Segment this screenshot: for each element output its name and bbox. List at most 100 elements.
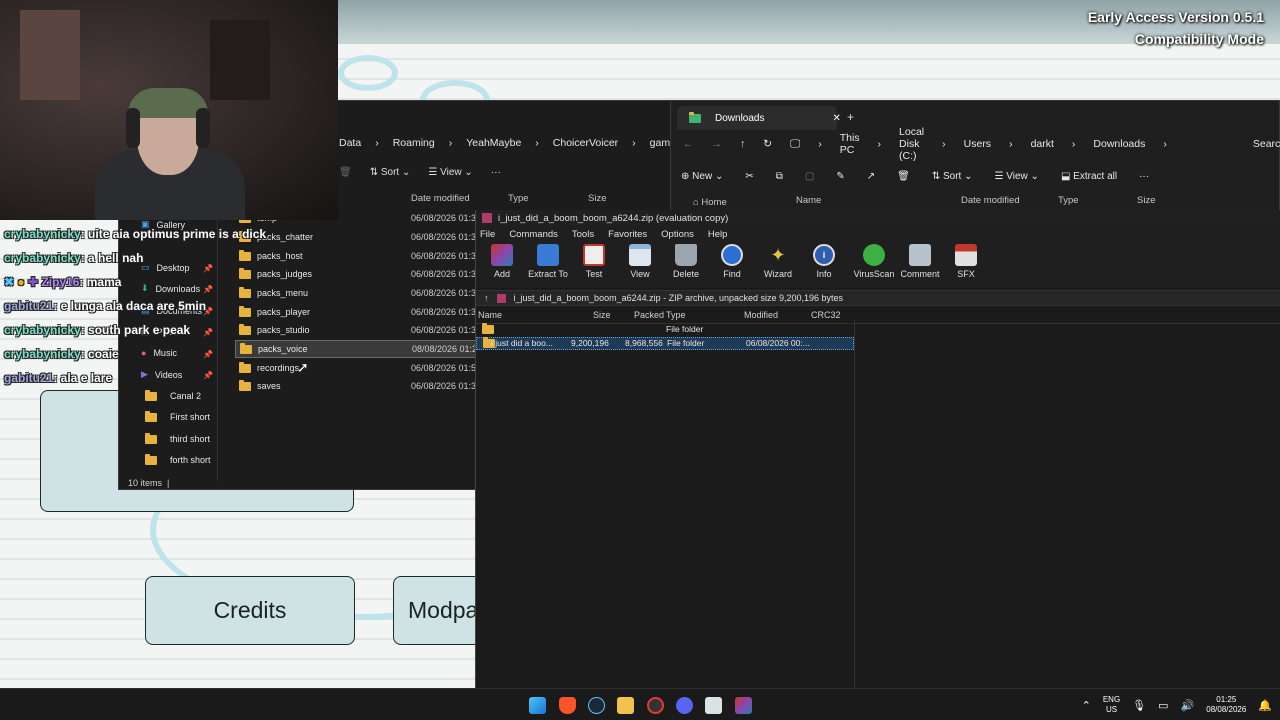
- search-input[interactable]: Search: [1253, 138, 1280, 150]
- menu-tools[interactable]: Tools: [572, 229, 594, 240]
- add-button[interactable]: Add: [482, 244, 522, 279]
- comment-button[interactable]: Comment: [900, 244, 940, 279]
- game-app-icon[interactable]: [705, 697, 722, 714]
- find-button[interactable]: Find: [712, 244, 752, 279]
- more-options-button[interactable]: ···: [1139, 171, 1149, 182]
- extract-to-button[interactable]: Extract To: [528, 244, 568, 279]
- winrar-taskbar-icon[interactable]: [735, 697, 752, 714]
- file-explorer-icon[interactable]: [617, 697, 634, 714]
- column-size[interactable]: Size: [1137, 195, 1155, 206]
- volume-icon[interactable]: 🔊: [1181, 699, 1195, 712]
- archive-row-parent[interactable]: .. File folder: [476, 323, 1280, 337]
- breadcrumb-item[interactable]: ChoicerVoicer: [553, 137, 618, 149]
- obs-icon[interactable]: [647, 697, 664, 714]
- breadcrumb-item[interactable]: Users: [964, 138, 991, 150]
- compat-mode-text: Compatibility Mode: [1134, 31, 1264, 47]
- discord-icon[interactable]: [676, 697, 693, 714]
- new-tab-icon[interactable]: +: [847, 110, 854, 124]
- badge-icon: ✖: [4, 275, 15, 289]
- tab-downloads[interactable]: Downloads ✕: [677, 106, 841, 130]
- game-version-label: Early Access Version 0.5.1 Compatibility…: [1088, 6, 1264, 50]
- info-button[interactable]: i Info: [804, 244, 844, 279]
- rename-icon[interactable]: ✎: [836, 171, 844, 182]
- delete-icon[interactable]: 🗑: [339, 167, 352, 178]
- menu-options[interactable]: Options: [661, 229, 694, 240]
- breadcrumb-item[interactable]: YeahMaybe: [466, 137, 521, 149]
- nav-item-forth-short[interactable]: forth short: [141, 453, 211, 465]
- clock[interactable]: 01:25 08/08/2026: [1206, 695, 1246, 715]
- chat-message: gabitu21: e lunga ala daca are 5min: [4, 298, 284, 322]
- wizard-button[interactable]: ✦ Wizard: [758, 244, 798, 279]
- view-button[interactable]: ☰ View ⌄: [995, 171, 1039, 182]
- column-type[interactable]: Type: [1058, 195, 1079, 206]
- breadcrumb-item[interactable]: This PC: [840, 132, 860, 156]
- menu-commands[interactable]: Commands: [509, 229, 558, 240]
- menu-help[interactable]: Help: [708, 229, 728, 240]
- view-button[interactable]: View: [620, 244, 660, 279]
- chat-text: : south park e peak: [80, 323, 191, 337]
- column-date[interactable]: Date modified: [411, 193, 470, 204]
- new-button[interactable]: ⊕ New ⌄: [681, 171, 723, 182]
- back-icon[interactable]: ←: [683, 138, 694, 150]
- menu-favorites[interactable]: Favorites: [608, 229, 647, 240]
- column-size[interactable]: Size: [593, 310, 611, 320]
- column-date[interactable]: Date modified: [961, 195, 1020, 206]
- close-tab-icon[interactable]: ✕: [832, 113, 840, 124]
- wall-poster: [210, 20, 270, 100]
- breadcrumb-item[interactable]: Downloads: [1093, 138, 1145, 150]
- column-size[interactable]: Size: [588, 193, 606, 204]
- column-modified[interactable]: Modified: [744, 310, 778, 320]
- breadcrumb-item[interactable]: Local Disk (C:): [899, 126, 924, 162]
- date-text: 08/08/2026: [1206, 705, 1247, 714]
- more-options-button[interactable]: ···: [491, 167, 501, 178]
- steam-icon[interactable]: [588, 697, 605, 714]
- sfx-button[interactable]: SFX: [946, 244, 986, 279]
- delete-icon[interactable]: 🗑: [897, 171, 910, 182]
- chat-message: crybabynicky: south park e peak: [4, 322, 284, 346]
- cut-icon[interactable]: ✂: [745, 171, 753, 182]
- chat-text: : coaie: [80, 347, 119, 361]
- nav-item-third-short[interactable]: third short: [141, 432, 210, 444]
- language-indicator[interactable]: ENG US: [1103, 695, 1120, 715]
- archive-row-selected[interactable]: i just did a boo... 9,200,196 8,968,556 …: [476, 337, 854, 350]
- sort-button[interactable]: ⇅ Sort ⌄: [370, 167, 411, 178]
- chevron-up-icon[interactable]: ⌃: [1082, 699, 1091, 712]
- share-icon[interactable]: ↗: [867, 171, 875, 182]
- wand-icon: ✦: [770, 245, 786, 265]
- chevron-right-icon: ›: [448, 137, 453, 149]
- home-nav-item[interactable]: ⌂ Home: [693, 197, 727, 208]
- extract-all-button[interactable]: ⬓ Extract all: [1061, 171, 1117, 182]
- wall-frame: [20, 10, 80, 100]
- notification-icon[interactable]: 🔔: [1258, 699, 1272, 712]
- test-button[interactable]: Test: [574, 244, 614, 279]
- microphone-icon[interactable]: 🎙: [1132, 699, 1146, 712]
- column-type[interactable]: Type: [508, 193, 529, 204]
- forward-icon[interactable]: →: [712, 138, 723, 150]
- column-name[interactable]: Name: [478, 310, 502, 320]
- breadcrumb-item[interactable]: Data: [339, 137, 361, 149]
- column-type[interactable]: Type: [666, 310, 686, 320]
- breadcrumb-item[interactable]: darkt: [1031, 138, 1054, 150]
- monitor-icon[interactable]: ▭: [1158, 699, 1168, 712]
- view-button[interactable]: ☰ View ⌄: [428, 167, 472, 178]
- up-icon[interactable]: ↑: [740, 138, 745, 150]
- menu-file[interactable]: File: [480, 229, 495, 240]
- breadcrumb-item[interactable]: Roaming: [393, 137, 435, 149]
- up-folder-icon[interactable]: ↑: [484, 293, 489, 303]
- column-name[interactable]: Name: [796, 195, 821, 206]
- column-packed[interactable]: Packed: [634, 310, 664, 320]
- refresh-icon[interactable]: ↻: [763, 138, 772, 150]
- paste-icon[interactable]: ▢: [805, 171, 814, 182]
- nav-item-first-short[interactable]: First short: [141, 410, 210, 422]
- delete-button[interactable]: Delete: [666, 244, 706, 279]
- copy-icon[interactable]: ⧉: [776, 171, 783, 182]
- sort-button[interactable]: ⇅ Sort ⌄: [932, 171, 973, 182]
- start-menu-icon[interactable]: [529, 697, 546, 714]
- row-type: File folder: [667, 338, 705, 348]
- webcam-overlay: [0, 0, 338, 220]
- virusscan-button[interactable]: VirusScan: [854, 244, 894, 279]
- breadcrumb: Data › Roaming › YeahMaybe › ChoicerVoicer ›…: [339, 133, 693, 153]
- column-crc32[interactable]: CRC32: [811, 310, 841, 320]
- credits-button[interactable]: Credits: [145, 576, 355, 645]
- brave-browser-icon[interactable]: [559, 697, 576, 714]
